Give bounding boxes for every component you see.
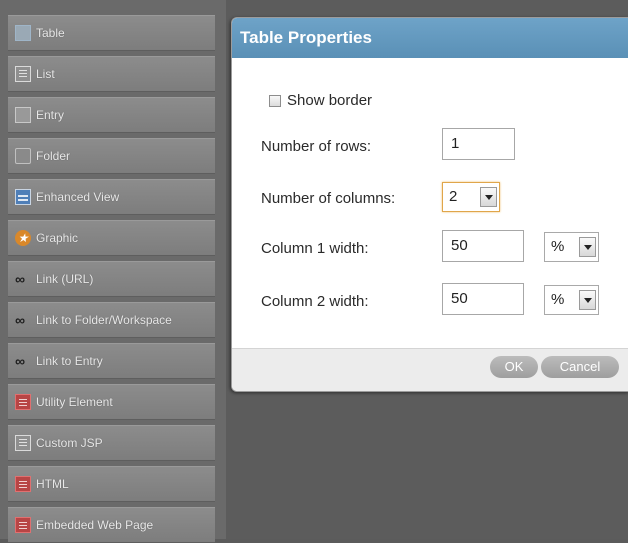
columns-select[interactable]: 2 (442, 182, 500, 212)
html-icon (15, 476, 31, 492)
sidebar-item-label: Utility Element (36, 395, 113, 409)
column1-unit-select[interactable]: % (544, 232, 599, 262)
sidebar-item-folder[interactable]: Folder (8, 138, 215, 174)
table-properties-dialog: Table Properties Show border Number of r… (231, 17, 628, 392)
chevron-down-icon (480, 187, 497, 207)
column1-width-label: Column 1 width: (261, 240, 369, 257)
rows-input[interactable]: 1 (442, 128, 515, 160)
sidebar-item-graphic[interactable]: ★ Graphic (8, 220, 215, 256)
sidebar-item-label: Entry (36, 108, 65, 122)
column1-width-input[interactable]: 50 (442, 230, 524, 262)
sidebar-item-label: Graphic (36, 231, 79, 245)
sidebar-item-label: Link to Entry (36, 354, 103, 368)
sidebar-item-label: Link to Folder/Workspace (36, 313, 172, 327)
sidebar-item-utility[interactable]: Utility Element (8, 384, 215, 420)
chevron-down-icon (579, 290, 596, 310)
cancel-button[interactable]: Cancel (541, 356, 619, 378)
utility-icon (15, 394, 31, 410)
sidebar-item-label: Enhanced View (36, 190, 120, 204)
sidebar-item-label: Table (36, 26, 65, 40)
columns-select-value: 2 (449, 188, 458, 205)
sidebar-item-embedded-web-page[interactable]: Embedded Web Page (8, 507, 215, 543)
sidebar-item-label: Link (URL) (36, 272, 94, 286)
web-page-icon (15, 517, 31, 533)
sidebar-item-html[interactable]: HTML (8, 466, 215, 502)
dialog-body: Show border Number of rows: 1 Number of … (232, 58, 628, 348)
column2-unit-value: % (551, 291, 565, 308)
entry-icon (15, 107, 31, 123)
chevron-down-icon (579, 237, 596, 257)
show-border-checkbox[interactable] (269, 95, 281, 107)
enhanced-view-icon (15, 189, 31, 205)
sidebar-item-link-entry[interactable]: ∞ Link to Entry (8, 343, 215, 379)
sidebar-item-label: Custom JSP (36, 436, 103, 450)
link-entry-icon: ∞ (15, 353, 25, 369)
column1-unit-value: % (551, 238, 565, 255)
columns-label: Number of columns: (261, 190, 396, 207)
link-icon: ∞ (15, 271, 25, 287)
sidebar-item-link-folder[interactable]: ∞ Link to Folder/Workspace (8, 302, 215, 338)
rows-label: Number of rows: (261, 138, 372, 155)
palette-sidebar: Table List Entry Folder Enhanced View ★ … (0, 0, 226, 543)
sidebar-item-label: List (36, 67, 55, 81)
graphic-icon: ★ (15, 230, 31, 246)
sidebar-item-label: Folder (36, 149, 71, 163)
sidebar-item-enhanced-view[interactable]: Enhanced View (8, 179, 215, 215)
sidebar-item-link-url[interactable]: ∞ Link (URL) (8, 261, 215, 297)
dialog-title: Table Properties (232, 18, 628, 58)
ok-button[interactable]: OK (490, 356, 538, 378)
show-border-label: Show border (287, 92, 373, 109)
sidebar-item-custom-jsp[interactable]: Custom JSP (8, 425, 215, 461)
list-icon (15, 66, 31, 82)
column2-width-input[interactable]: 50 (442, 283, 524, 315)
sidebar-item-list[interactable]: List (8, 56, 215, 92)
sidebar-item-label: Embedded Web Page (36, 518, 154, 532)
column2-unit-select[interactable]: % (544, 285, 599, 315)
link-folder-icon: ∞ (15, 312, 25, 328)
sidebar-item-table[interactable]: Table (8, 15, 215, 51)
table-icon (15, 25, 31, 41)
jsp-icon (15, 435, 31, 451)
sidebar-item-label: HTML (36, 477, 69, 491)
folder-icon (15, 148, 31, 164)
column2-width-label: Column 2 width: (261, 293, 369, 310)
sidebar-item-entry[interactable]: Entry (8, 97, 215, 133)
